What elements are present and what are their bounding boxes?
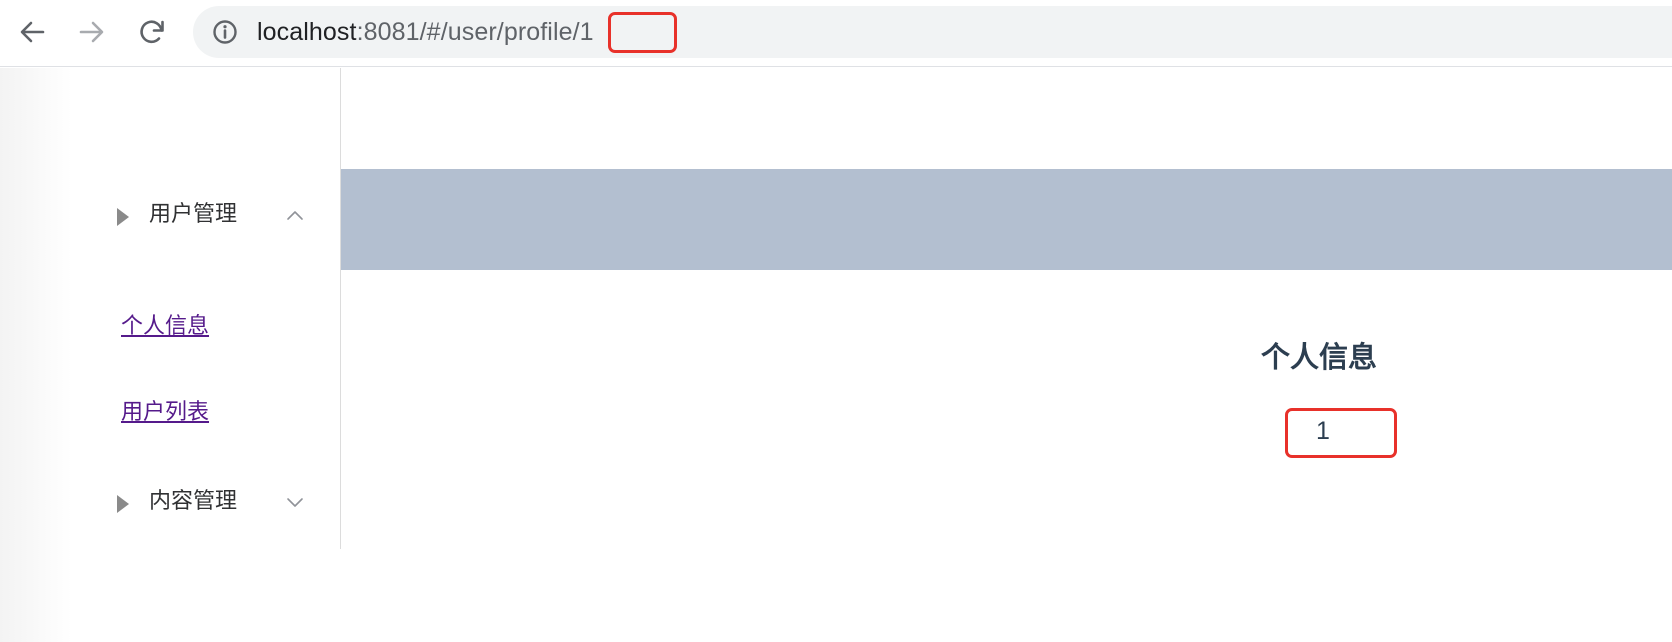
chevron-down-icon[interactable]	[284, 491, 306, 513]
browser-toolbar: localhost:8081/#/user/profile/1	[0, 0, 1672, 67]
url-host: localhost	[257, 18, 357, 46]
back-button[interactable]	[14, 14, 50, 50]
header-band	[341, 169, 1672, 270]
page-title: 个人信息	[1261, 340, 1378, 374]
triangle-right-icon	[117, 495, 129, 513]
sidebar-link-user-list[interactable]: 用户列表	[121, 398, 209, 428]
value-highlight-box	[1285, 408, 1397, 458]
sidebar-group-label: 用户管理	[149, 202, 238, 227]
sidebar-group-content-management[interactable]: 内容管理	[72, 477, 340, 527]
reload-icon	[140, 20, 164, 44]
page-left-shadow	[0, 68, 72, 642]
url-highlight-box	[608, 12, 677, 53]
address-bar[interactable]: localhost:8081/#/user/profile/1	[193, 6, 1672, 58]
forward-button[interactable]	[74, 14, 110, 50]
sidebar-group-user-management[interactable]: 用户管理	[72, 190, 340, 240]
triangle-right-icon	[117, 208, 129, 226]
sidebar-group-label: 内容管理	[149, 489, 238, 514]
main-content: 个人信息 1	[341, 169, 1672, 549]
back-arrow-icon	[20, 21, 45, 43]
url-path: :8081/#/user/profile/1	[356, 18, 594, 46]
reload-button[interactable]	[134, 14, 170, 50]
forward-arrow-icon	[79, 21, 104, 43]
url-text[interactable]: localhost:8081/#/user/profile/1	[257, 18, 594, 46]
sidebar-link-profile[interactable]: 个人信息	[121, 312, 209, 342]
info-icon[interactable]	[212, 19, 238, 45]
sidebar: 用户管理 个人信息 用户列表 内容管理	[72, 68, 341, 549]
chevron-up-icon[interactable]	[284, 204, 306, 226]
